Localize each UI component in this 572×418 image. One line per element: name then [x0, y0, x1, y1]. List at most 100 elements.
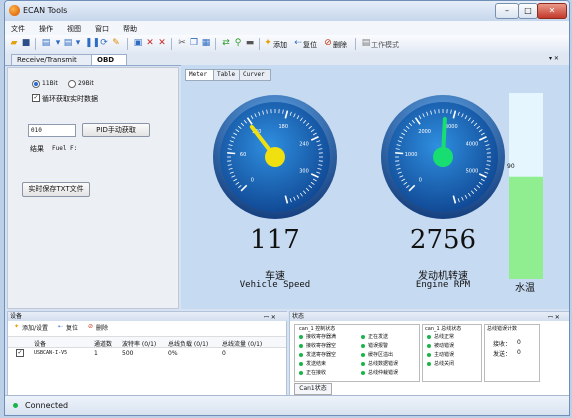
control-status-item-label: 总线数据错误 [368, 361, 399, 367]
menu-operate[interactable]: 操作 [39, 24, 53, 34]
col-channels[interactable]: 通道数 [94, 339, 112, 348]
gauge-tick-label: 60 [240, 152, 246, 158]
device-delete-icon[interactable]: ⊘ [88, 323, 93, 330]
status-panel: 状态 ꟷ ✕ can_1 控制状态 接收寄存器满 接收寄存器空 发送寄存器空 发送结束… [289, 311, 569, 397]
reset-icon[interactable]: ⇠ [293, 38, 303, 48]
delete-x-icon[interactable]: ✕ [157, 38, 167, 48]
device-panel-title: 设备 [8, 312, 288, 321]
pause-icon[interactable]: ❚❚ [85, 38, 100, 48]
status-indicator-icon [361, 353, 365, 357]
minus-icon[interactable]: ▬ [245, 38, 255, 48]
clean-icon[interactable]: ✎ [111, 38, 121, 48]
device-panel-pin-close-icon[interactable]: ꟷ ✕ [264, 313, 276, 321]
toolbar-separator [171, 38, 172, 50]
rpm-label-en: Engine RPM [415, 280, 471, 290]
device-dropdown-icon[interactable]: ▾ [53, 38, 63, 48]
pid-manual-button[interactable]: PID手动获取 [82, 123, 150, 137]
control-status-item: 发送寄存器空 [299, 351, 355, 360]
device-reset-button[interactable]: 复位 [66, 323, 78, 332]
menu-window[interactable]: 窗口 [95, 24, 109, 34]
bus-status-item: 总线关闭 [427, 360, 481, 369]
add-setting-button[interactable]: 添加/设置 [22, 323, 48, 332]
tab-pin-close-icon[interactable]: ▾ ✕ [549, 55, 559, 62]
minimize-button[interactable]: – [495, 3, 519, 19]
radio-11bit-label: 11Bit [42, 80, 58, 87]
status-indicator-icon [299, 362, 303, 366]
tab-receive-transmit[interactable]: Receive/Transmit [11, 54, 93, 65]
control-status-item-label: 总线仲裁错误 [368, 370, 399, 376]
scissors-icon[interactable]: ✂ [177, 38, 187, 48]
menu-bar: 文件 操作 视图 窗口 帮助 [5, 21, 569, 36]
col-device[interactable]: 设备 [34, 339, 46, 348]
delete-icon[interactable]: ⊘ [323, 38, 333, 48]
main-window: ECAN Tools – □ ✕ 文件 操作 视图 窗口 帮助 ▰ ■ ▤ ▾ … [4, 0, 570, 416]
close-button[interactable]: ✕ [537, 3, 567, 19]
open-folder-icon[interactable]: ▰ [9, 38, 19, 48]
refresh-icon[interactable]: ⟳ [99, 38, 109, 48]
tab-obd[interactable]: OBD II [91, 54, 127, 74]
col-load[interactable]: 总线负载 (0/1) [168, 339, 208, 348]
bus-error-count-group: 总线错误计数 接收： 0 发送： 0 [484, 324, 540, 382]
tab-can1-status[interactable]: Can1状态 [294, 383, 332, 395]
control-status-item: 接收寄存器满 [299, 333, 355, 342]
menu-view[interactable]: 视图 [67, 24, 81, 34]
cut-x-icon[interactable]: ✕ [145, 38, 155, 48]
col-flow[interactable]: 总线流量 (0/1) [222, 339, 262, 348]
add-icon[interactable]: ✦ [263, 38, 273, 48]
table-row[interactable]: ✓ USBCAN-I-V5 1 500 0% 0 [8, 348, 286, 358]
speed-gauge: 060120180240300 [213, 95, 337, 219]
tab-curver[interactable]: Curver [239, 69, 271, 81]
toolbar-separator [215, 38, 216, 50]
paste-icon[interactable]: ▦ [201, 38, 211, 48]
control-status-item: 发送结束 [299, 360, 355, 369]
device-row-checkbox[interactable]: ✓ [16, 349, 24, 357]
link-icon[interactable]: ⚲ [233, 38, 243, 48]
radio-29bit[interactable] [68, 80, 76, 88]
reset-label[interactable]: 复位 [303, 40, 317, 50]
add-setting-icon[interactable]: ✦ [14, 323, 19, 330]
bus-status-item-label: 总线关闭 [434, 361, 455, 367]
channel-dropdown-icon[interactable]: ▾ [73, 38, 83, 48]
water-temp-bar [509, 93, 543, 279]
speed-needle-hub [265, 147, 285, 167]
gauge-tick-label: 4000 [466, 141, 479, 147]
copy-icon[interactable]: ❐ [189, 38, 199, 48]
temp-label: 水温 [515, 283, 535, 294]
window-title: ECAN Tools [23, 6, 68, 15]
workmode-label[interactable]: 工作模式 [371, 40, 399, 50]
rpm-value: 2756 [409, 225, 477, 255]
control-status-item-label: 正在发送 [368, 334, 389, 340]
connection-status-text: Connected [25, 401, 69, 410]
device-delete-button[interactable]: 删除 [96, 323, 108, 332]
menu-help[interactable]: 帮助 [123, 24, 137, 34]
menu-file[interactable]: 文件 [11, 24, 25, 34]
gauge-tick-label: 3000 [445, 124, 458, 130]
bus-error-title: 总线错误计数 [487, 325, 518, 332]
toolbar-separator [355, 38, 356, 50]
radio-11bit[interactable] [32, 80, 40, 88]
connect-icon[interactable]: ⇄ [221, 38, 231, 48]
channel-icon[interactable]: ▤ [63, 38, 73, 48]
status-panel-pin-close-icon[interactable]: ꟷ ✕ [548, 313, 560, 321]
save-txt-button[interactable]: 实时保存TXT文件 [22, 182, 90, 197]
title-bar[interactable]: ECAN Tools – □ ✕ [5, 1, 569, 21]
pid-input[interactable]: 010 [28, 124, 76, 137]
gauge-tick-label: 2000 [418, 129, 431, 135]
delete-label[interactable]: 删除 [333, 40, 347, 50]
device-icon[interactable]: ▤ [41, 38, 51, 48]
loop-checkbox[interactable]: ✓ [32, 94, 40, 102]
major-tick [227, 152, 236, 155]
control-status-group: can_1 控制状态 接收寄存器满 接收寄存器空 发送寄存器空 发送结束 正在接收 正在… [294, 324, 420, 382]
add-label[interactable]: 添加 [273, 40, 287, 50]
rpm-gauge: 0 1000 2000 3000 4000 5000 [381, 95, 505, 219]
window-icon[interactable]: ▣ [133, 38, 143, 48]
maximize-button[interactable]: □ [518, 3, 538, 19]
workmode-icon[interactable]: ▤ [361, 38, 371, 48]
col-baud[interactable]: 波特率 (0/1) [122, 339, 156, 348]
control-status-item: 接收寄存器空 [299, 342, 355, 351]
device-reset-icon[interactable]: ⇠ [58, 323, 63, 330]
result-label: 结果 [30, 145, 44, 153]
save-icon[interactable]: ■ [21, 38, 31, 48]
status-indicator-icon [427, 353, 431, 357]
status-indicator-icon [361, 344, 365, 348]
